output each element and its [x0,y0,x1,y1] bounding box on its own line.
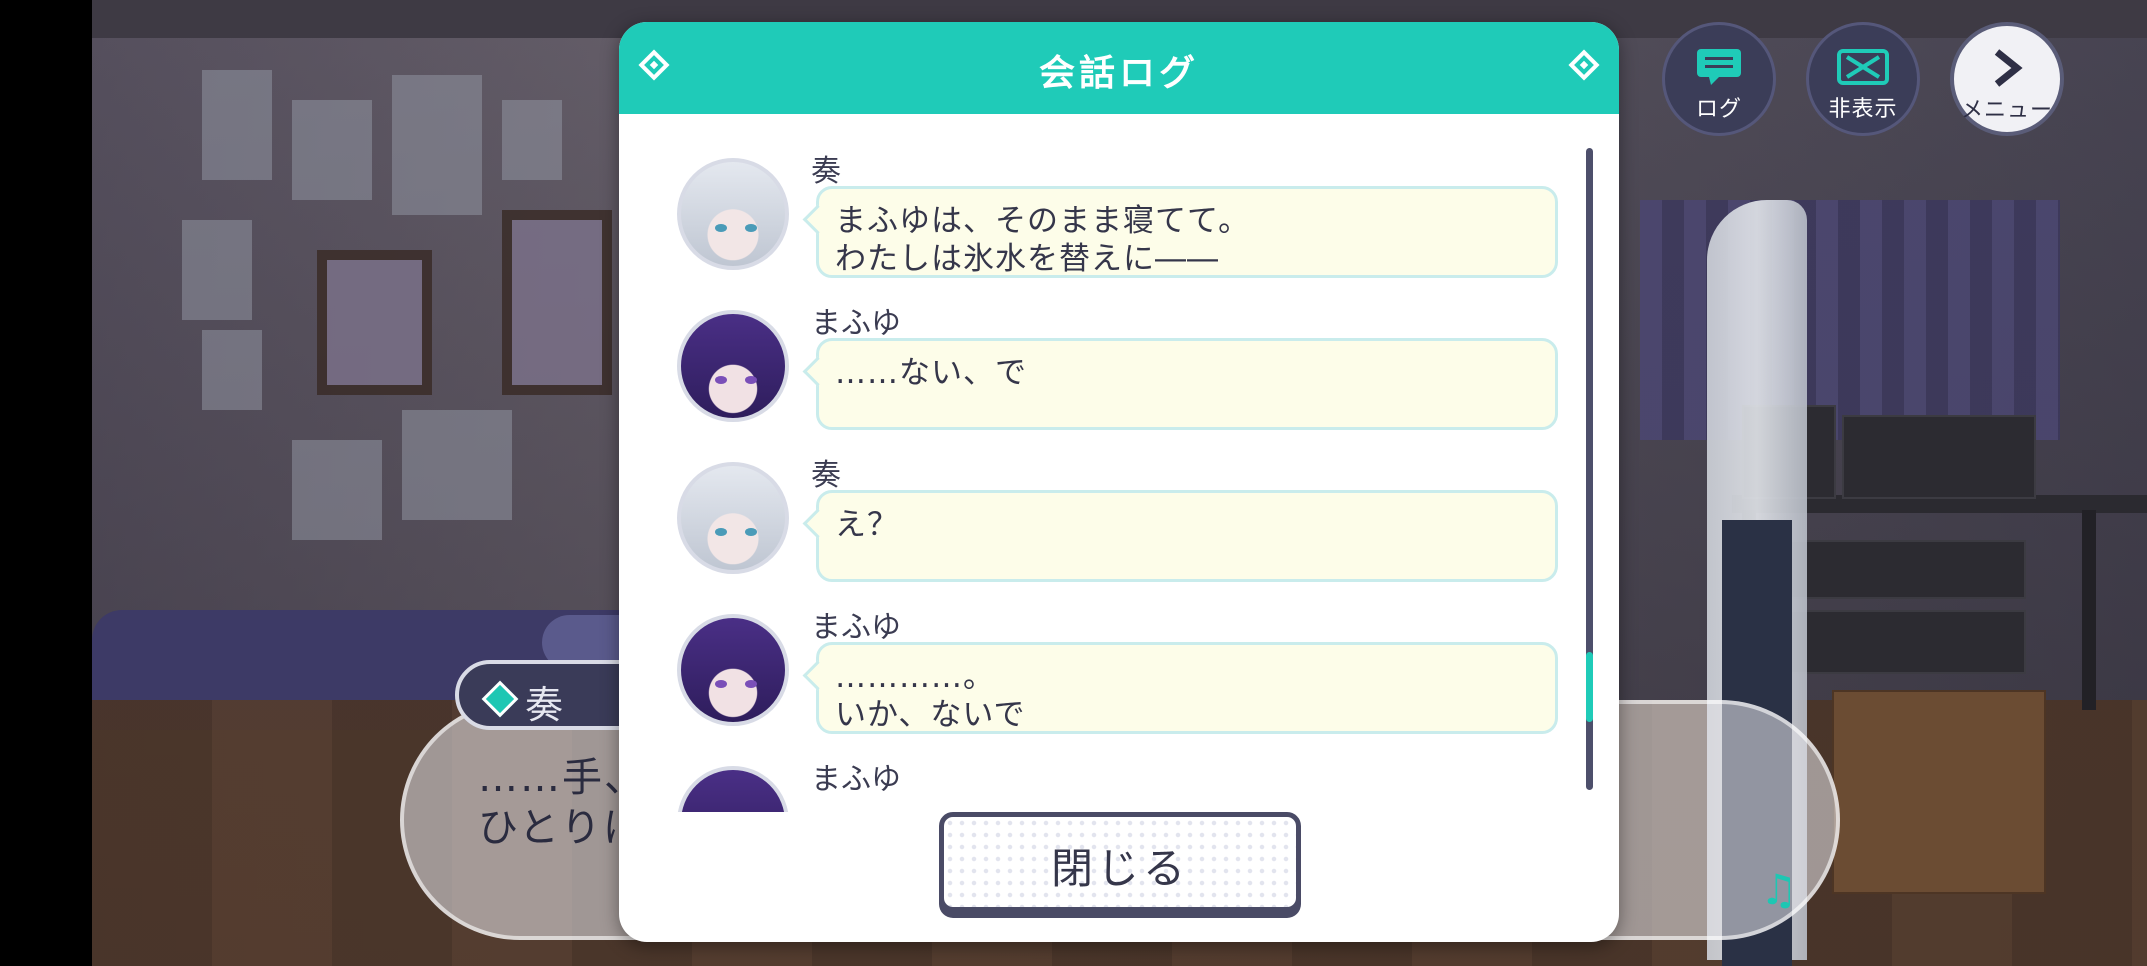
curtain [1640,200,2060,440]
log-message-bubble: まふゆは、そのまま寝てて。 わたしは氷水を替えに―― [816,186,1558,278]
wall-poster [292,440,382,540]
log-speaker: 奏 [811,154,841,189]
hide-button[interactable]: 非表示 [1806,22,1920,136]
wall-poster [292,100,372,200]
audio-equipment [1842,415,2036,499]
conversation-log-dialog: 会話ログ 奏 まふゆは、そのまま寝てて。 わたしは氷水を替えに―― まふゆ ……… [619,22,1619,942]
avatar-mafuyu [677,310,789,422]
close-button-label: 閉じる [1050,844,1189,893]
cardboard-box [1832,690,2046,894]
log-message-line: え？ [835,507,899,543]
log-speaker: まふゆ [811,762,901,797]
avatar-eye [715,680,727,688]
avatar-eye [745,528,757,536]
wall-poster [392,75,482,215]
log-speaker: まふゆ [811,306,901,341]
music-note-icon: ♫ [1760,865,1798,914]
desk-leg [2082,510,2096,710]
log-message-line: いか、ないで [835,697,1026,733]
hide-label: 非表示 [1828,97,1898,122]
wall-poster [202,330,262,410]
avatar-eye [715,224,727,232]
picture-frame [317,250,432,395]
dialog-title: 会話ログ [1038,53,1199,94]
close-button[interactable]: 閉じる [939,812,1301,912]
log-message-bubble: …………。 いか、ないで [816,642,1558,734]
menu-label: メニュー [1960,98,2053,123]
wall-poster [502,100,562,180]
diamond-icon [481,680,519,718]
log-list[interactable]: 奏 まふゆは、そのまま寝てて。 わたしは氷水を替えに―― まふゆ ……ない、で [619,142,1619,812]
wall-poster [402,410,512,520]
chevron-right-icon [1954,46,2060,90]
avatar-kanade [677,158,789,270]
log-label: ログ [1695,97,1742,122]
log-message-line: わたしは氷水を替えに―― [835,241,1219,277]
log-message-bubble: え？ [816,490,1558,582]
avatar-eye [745,224,757,232]
avatar-mafuyu [677,614,789,726]
wall-poster [202,70,272,180]
dialog-header: 会話ログ [619,22,1619,114]
log-icon [1665,45,1773,89]
log-scrollbar-thumb[interactable] [1586,652,1593,722]
hide-icon [1809,45,1917,89]
avatar-eye [715,376,727,384]
avatar-eye [745,376,757,384]
avatar-kanade [677,462,789,574]
log-entry: 奏 まふゆは、そのまま寝てて。 わたしは氷水を替えに―― [619,150,1619,302]
log-entry: まふゆ ……ない、で [619,302,1619,454]
wall-poster [182,220,252,320]
dialogue-speaker: 奏 [525,683,564,727]
picture-frame [502,210,612,395]
avatar-mafuyu [677,766,789,812]
log-entry: まふゆ [619,758,1619,812]
log-entry: 奏 え？ [619,454,1619,606]
avatar-eye [745,680,757,688]
log-entry: まふゆ …………。 いか、ないで [619,606,1619,758]
log-speaker: まふゆ [811,610,901,645]
log-speaker: 奏 [811,458,841,493]
log-message-line: ……ない、で [835,355,1027,391]
avatar-eye [715,528,727,536]
log-button[interactable]: ログ [1662,22,1776,136]
menu-button[interactable]: メニュー [1950,22,2064,136]
audio-equipment [1782,540,2026,599]
audio-equipment [1782,610,2026,674]
log-message-bubble: ……ない、で [816,338,1558,430]
